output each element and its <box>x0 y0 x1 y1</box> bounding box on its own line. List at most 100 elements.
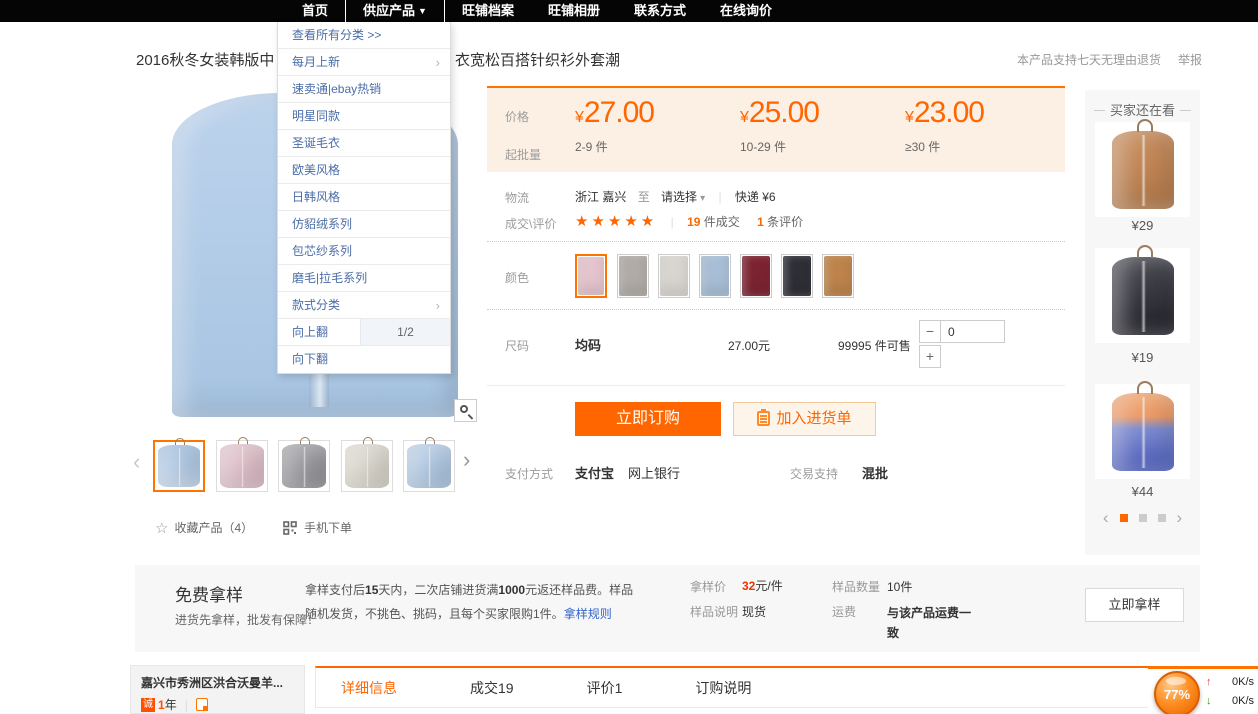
dropdown-item-label: 日韩风格 <box>292 184 340 210</box>
color-swatch-lightgray[interactable] <box>658 254 690 298</box>
sidebar-next-arrow[interactable]: › <box>1177 508 1183 528</box>
free-sample-panel: 免费拿样 进货先拿样，批发有保障！ 拿样支付后15天内，二次店铺进货满1000元… <box>135 565 1200 652</box>
report-link[interactable]: 举报 <box>1178 51 1202 68</box>
tab-reviews[interactable]: 评价1 <box>587 678 623 698</box>
progress-circle-button[interactable]: 77% <box>1154 671 1200 714</box>
thumb-image <box>345 444 389 488</box>
thumb-image <box>407 444 451 488</box>
sample-price-value: 32元/件 <box>742 577 783 594</box>
nav-item-home[interactable]: 首页 <box>285 0 345 22</box>
thumbs-prev-arrow[interactable]: ‹ <box>133 452 140 472</box>
zoom-magnifier-button[interactable] <box>454 399 477 422</box>
sample-rule-link[interactable]: 拿样规则 <box>564 607 612 621</box>
sidebar-product-2[interactable] <box>1095 248 1190 343</box>
star-icon: ☆ <box>155 520 168 537</box>
chengxintong-badge-icon: 诚 <box>141 698 155 712</box>
dropdown-item-star-style[interactable]: 明星同款 <box>278 103 450 130</box>
sidebar-page-dot-3[interactable] <box>1158 514 1166 522</box>
dropdown-item-western-style[interactable]: 欧美风格 <box>278 157 450 184</box>
size-label: 尺码 <box>505 337 529 354</box>
tier2-qty: 10-29 件 <box>740 138 900 155</box>
thumbnail-1[interactable] <box>153 440 205 492</box>
sidebar-product-3-price: ¥44 <box>1085 484 1200 499</box>
color-swatch-camel[interactable] <box>822 254 854 298</box>
color-swatch-gray[interactable] <box>617 254 649 298</box>
destination-select[interactable]: 请选择▾ <box>661 190 705 204</box>
thumbnail-3[interactable] <box>278 440 330 492</box>
dropdown-item-label: 包芯纱系列 <box>292 238 352 264</box>
return-policy-text: 本产品支持七天无理由退货 <box>1017 51 1161 68</box>
swatch-image <box>783 256 811 296</box>
sidebar-product-image <box>1112 131 1174 209</box>
thumbnail-2[interactable] <box>216 440 268 492</box>
sidebar-page-dot-2[interactable] <box>1139 514 1147 522</box>
review-count[interactable]: 1 <box>757 215 764 229</box>
page-down-button[interactable]: 向下翻 <box>278 346 450 373</box>
also-viewed-sidebar: 买家还在看 ¥29 ¥19 ¥44 ‹ › <box>1085 90 1200 555</box>
deal-count[interactable]: 19 <box>687 215 700 229</box>
sample-title: 免费拿样 <box>175 581 243 606</box>
divider: | <box>671 215 674 229</box>
sidebar-page-dot-1[interactable] <box>1120 514 1128 522</box>
mobile-order-button[interactable]: 手机下单 <box>283 519 352 536</box>
color-swatch-black[interactable] <box>781 254 813 298</box>
sidebar-product-image <box>1112 257 1174 335</box>
favorite-label: 收藏产品（4） <box>174 521 253 535</box>
page-up-button[interactable]: 向上翻 <box>278 319 360 345</box>
member-years-suffix: 年 <box>165 696 177 713</box>
sidebar-product-3[interactable] <box>1095 384 1190 479</box>
order-now-button[interactable]: 立即订购 <box>575 402 721 436</box>
qty-input[interactable] <box>941 320 1005 343</box>
dropdown-item-brushed-series[interactable]: 磨毛|拉毛系列 <box>278 265 450 292</box>
dropdown-item-christmas-sweater[interactable]: 圣诞毛衣 <box>278 130 450 157</box>
color-swatch-blue[interactable] <box>699 254 731 298</box>
tab-deals[interactable]: 成交19 <box>470 678 514 698</box>
sample-description: 拿样支付后15天内，二次店铺进货满1000元返还样品费。样品随机发货，不挑色、挑… <box>305 578 635 626</box>
favorite-product-button[interactable]: ☆ 收藏产品（4） <box>155 519 253 537</box>
price-tier-2: ¥25.00 10-29 件 <box>740 96 900 155</box>
payment-label: 支付方式 <box>505 465 553 482</box>
tab-order-notes[interactable]: 订购说明 <box>695 678 751 698</box>
tier3-qty: ≥30 件 <box>905 138 1065 155</box>
nav-item-shop-album[interactable]: 旺铺相册 <box>531 0 617 22</box>
get-sample-button[interactable]: 立即拿样 <box>1085 588 1184 622</box>
dropdown-item-style-category[interactable]: 款式分类› <box>278 292 450 319</box>
rating-row: ★★★★★ | 19 件成交 1 条评价 <box>575 212 803 230</box>
min-qty-label: 起批量 <box>505 146 541 163</box>
to-word: 至 <box>638 190 650 204</box>
dropdown-item-jk-style[interactable]: 日韩风格 <box>278 184 450 211</box>
sidebar-product-1[interactable] <box>1095 122 1190 217</box>
express-fee: 快递 ¥6 <box>735 190 776 204</box>
qty-minus-button[interactable]: − <box>919 320 941 343</box>
tab-detail-info[interactable]: 详细信息 <box>341 678 397 698</box>
dropdown-item-ebay-hot[interactable]: 速卖通|ebay热销 <box>278 76 450 103</box>
unit-price: 27.00元 <box>728 337 770 354</box>
dropdown-item-all-categories[interactable]: 查看所有分类 >> <box>278 22 450 49</box>
nav-item-inquiry[interactable]: 在线询价 <box>703 0 789 22</box>
dropdown-item-mink-series[interactable]: 仿貂绒系列 <box>278 211 450 238</box>
ship-from: 浙江 嘉兴 <box>575 190 626 204</box>
add-to-cart-button[interactable]: 加入进货单 <box>733 402 876 436</box>
thumbnail-5[interactable] <box>403 440 455 492</box>
thumbs-next-arrow[interactable]: › <box>463 450 470 470</box>
color-swatch-pink[interactable] <box>575 254 607 298</box>
upload-arrow-icon: ↑ <box>1206 673 1212 692</box>
thumb-image <box>158 445 200 487</box>
mobile-order-label: 手机下单 <box>304 521 352 535</box>
nav-item-shop-profile[interactable]: 旺铺档案 <box>445 0 531 22</box>
seller-card[interactable]: 嘉兴市秀洲区洪合沃曼羊... 诚 1 年 | <box>130 665 305 714</box>
chevron-right-icon: › <box>436 49 440 75</box>
qty-plus-button[interactable]: + <box>919 345 941 368</box>
logistics-label: 物流 <box>505 189 529 206</box>
nav-item-products[interactable]: 供应产品▼ <box>345 0 445 22</box>
sidebar-prev-arrow[interactable]: ‹ <box>1103 508 1109 528</box>
dropdown-item-label: 查看所有分类 >> <box>292 22 381 48</box>
price-label: 价格 <box>505 108 529 125</box>
dropdown-item-core-yarn[interactable]: 包芯纱系列 <box>278 238 450 265</box>
seller-badges: 诚 1 年 | <box>141 696 294 713</box>
page-down-label: 向下翻 <box>292 346 328 373</box>
dropdown-item-monthly-new[interactable]: 每月上新› <box>278 49 450 76</box>
thumbnail-4[interactable] <box>341 440 393 492</box>
nav-item-contact[interactable]: 联系方式 <box>617 0 703 22</box>
color-swatch-burgundy[interactable] <box>740 254 772 298</box>
